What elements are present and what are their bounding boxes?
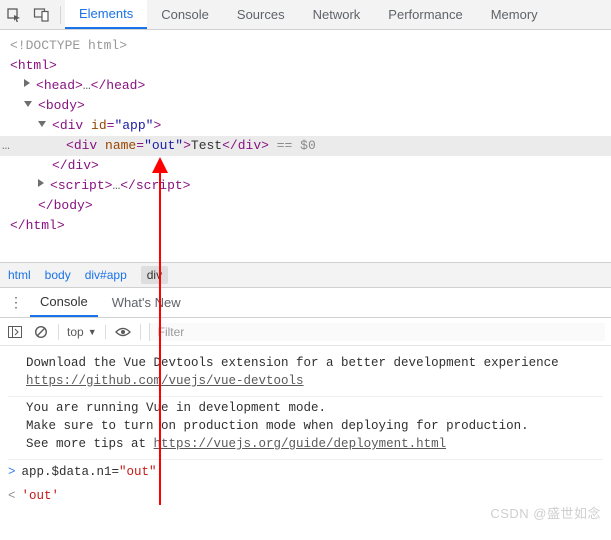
collapse-icon[interactable] <box>38 121 46 127</box>
tab-network[interactable]: Network <box>299 0 375 29</box>
dom-app-close[interactable]: </div> <box>10 156 607 176</box>
tab-memory[interactable]: Memory <box>477 0 552 29</box>
console-text: See more tips at <box>26 437 154 451</box>
drawer-tabs: ⋮ Console What's New <box>0 288 611 318</box>
inspect-icon[interactable] <box>0 1 28 29</box>
breadcrumb-body[interactable]: body <box>45 268 71 282</box>
dom-body-close[interactable]: </body> <box>10 196 607 216</box>
device-toolbar-icon[interactable] <box>28 1 56 29</box>
breadcrumb-div[interactable]: div <box>141 266 168 284</box>
console-command-row[interactable]: > app.$data.n1="out" <box>8 460 603 484</box>
dom-html-close[interactable]: </html> <box>10 216 607 236</box>
dom-body-open[interactable]: <body> <box>10 96 607 116</box>
console-toolbar: top ▼ <box>0 318 611 346</box>
devtools-tabstrip: Elements Console Sources Network Perform… <box>0 0 611 30</box>
console-message[interactable]: You are running Vue in development mode.… <box>8 397 603 460</box>
context-label: top <box>67 325 84 339</box>
dom-html-open[interactable]: <html> <box>10 56 607 76</box>
tab-performance[interactable]: Performance <box>374 0 476 29</box>
console-text: You are running Vue in development mode. <box>26 401 326 415</box>
console-link[interactable]: https://vuejs.org/guide/deployment.html <box>154 437 447 451</box>
dom-doctype[interactable]: <!DOCTYPE html> <box>10 36 607 56</box>
sidebar-toggle-icon[interactable] <box>6 323 24 341</box>
watermark: CSDN @盛世如念 <box>490 503 601 522</box>
live-expression-icon[interactable] <box>114 323 132 341</box>
tab-sources[interactable]: Sources <box>223 0 299 29</box>
breadcrumb-divapp[interactable]: div#app <box>85 268 127 282</box>
console-filter-input[interactable] <box>149 323 605 341</box>
console-text: Make sure to turn on production mode whe… <box>26 419 529 433</box>
tab-console[interactable]: Console <box>147 0 223 29</box>
drawer-tab-whatsnew[interactable]: What's New <box>102 288 191 317</box>
expand-icon[interactable] <box>38 179 44 187</box>
toolbar-divider <box>58 324 59 340</box>
context-selector[interactable]: top ▼ <box>67 325 106 339</box>
chevron-down-icon: ▼ <box>88 327 97 337</box>
console-command: app.$data.n1="out" <box>22 463 157 481</box>
console-text: Download the Vue Devtools extension for … <box>26 356 559 370</box>
collapse-icon[interactable] <box>24 101 32 107</box>
expand-icon[interactable] <box>24 79 30 87</box>
tab-elements[interactable]: Elements <box>65 0 147 29</box>
result-icon: < <box>8 487 16 505</box>
dom-head[interactable]: <head>…</head> <box>10 76 607 96</box>
prompt-icon: > <box>8 463 16 481</box>
dom-script[interactable]: <script>…</script> <box>10 176 607 196</box>
clear-console-icon[interactable] <box>32 323 50 341</box>
toolbar-divider <box>140 324 141 340</box>
drawer-tab-console[interactable]: Console <box>30 288 98 317</box>
console-link[interactable]: https://github.com/vuejs/vue-devtools <box>26 374 304 388</box>
drawer-menu-icon[interactable]: ⋮ <box>6 294 26 311</box>
dom-selected-node[interactable]: <div name="out">Test</div> == $0 <box>0 136 611 156</box>
panel-tabs: Elements Console Sources Network Perform… <box>65 0 552 29</box>
breadcrumb: html body div#app div <box>0 262 611 288</box>
console-result: 'out' <box>22 487 60 505</box>
console-output[interactable]: Download the Vue Devtools extension for … <box>0 346 611 508</box>
elements-dom-tree[interactable]: <!DOCTYPE html> <html> <head>…</head> <b… <box>0 30 611 262</box>
breadcrumb-html[interactable]: html <box>8 268 31 282</box>
dom-app-open[interactable]: <div id="app"> <box>10 116 607 136</box>
toolbar-divider <box>60 6 61 24</box>
console-message[interactable]: Download the Vue Devtools extension for … <box>8 352 603 397</box>
